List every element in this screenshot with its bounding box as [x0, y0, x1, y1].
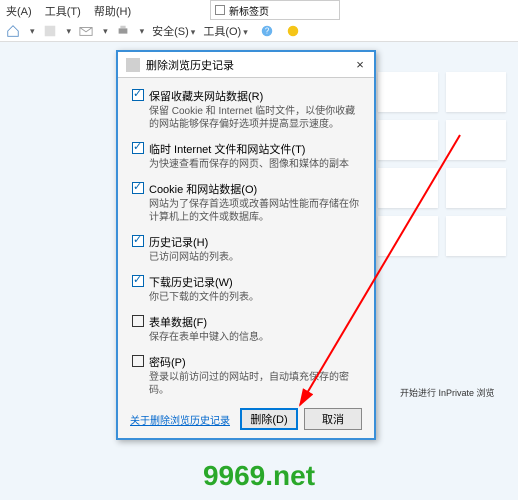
inprivate-link[interactable]: 开始进行 InPrivate 浏览	[400, 386, 495, 399]
option-label-1: 临时 Internet 文件和网站文件(T)	[149, 141, 305, 157]
feed-dropdown[interactable]	[65, 25, 72, 37]
dialog-title: 删除浏览历史记录	[146, 57, 350, 73]
home-icon[interactable]	[6, 24, 20, 38]
option-desc-5: 保存在表单中键入的信息。	[149, 331, 360, 344]
tools-menu[interactable]: 工具(O)	[203, 23, 247, 39]
option-desc-2: 网站为了保存首选项或改善网站性能而存储在你计算机上的文件或数据库。	[149, 198, 360, 224]
dialog-content: 保留收藏夹网站数据(R)保留 Cookie 和 Internet 临时文件，以使…	[118, 78, 374, 400]
thumb-tile[interactable]	[378, 216, 438, 256]
feed-icon[interactable]	[43, 24, 57, 38]
help-icon[interactable]: ?	[260, 24, 274, 38]
dialog-icon	[126, 58, 140, 72]
home-dropdown[interactable]	[28, 25, 35, 37]
option-label-2: Cookie 和网站数据(O)	[149, 181, 257, 197]
safety-menu[interactable]: 安全(S)	[152, 23, 195, 39]
checkbox-2[interactable]	[132, 182, 144, 194]
print-icon[interactable]	[116, 24, 130, 38]
option-3: 历史记录(H)已访问网站的列表。	[132, 234, 360, 264]
dialog-footer: 关于删除浏览历史记录 删除(D) 取消	[130, 408, 362, 430]
menu-favorites[interactable]: 夹(A)	[6, 6, 32, 18]
thumb-tile[interactable]	[378, 72, 438, 112]
checkbox-6[interactable]	[132, 355, 144, 367]
about-link[interactable]: 关于删除浏览历史记录	[130, 412, 234, 427]
checkbox-1[interactable]	[132, 142, 144, 154]
thumb-tile[interactable]	[446, 168, 506, 208]
checkbox-3[interactable]	[132, 235, 144, 247]
option-5: 表单数据(F)保存在表单中键入的信息。	[132, 314, 360, 344]
tab-label: 新标签页	[229, 3, 269, 18]
option-desc-3: 已访问网站的列表。	[149, 251, 360, 264]
option-desc-6: 登录以前访问过的网站时，自动填充保存的密码。	[149, 371, 360, 397]
option-desc-0: 保留 Cookie 和 Internet 临时文件，以使你收藏的网站能够保存偏好…	[149, 105, 360, 131]
close-icon[interactable]: ×	[350, 57, 370, 72]
thumb-tile[interactable]	[446, 72, 506, 112]
browser-tab[interactable]: 新标签页	[210, 0, 340, 20]
option-label-4: 下载历史记录(W)	[149, 274, 233, 290]
mail-icon[interactable]	[79, 24, 93, 38]
option-label-6: 密码(P)	[149, 354, 186, 370]
thumb-tile[interactable]	[446, 120, 506, 160]
option-1: 临时 Internet 文件和网站文件(T)为快速查看而保存的网页、图像和媒体的…	[132, 141, 360, 171]
checkbox-5[interactable]	[132, 315, 144, 327]
print-dropdown[interactable]	[138, 25, 145, 37]
dialog-titlebar[interactable]: 删除浏览历史记录 ×	[118, 52, 374, 78]
thumb-tile[interactable]	[446, 216, 506, 256]
speed-dial-thumbs	[378, 72, 506, 264]
mail-dropdown[interactable]	[101, 25, 108, 37]
menu-tools[interactable]: 工具(T)	[45, 6, 81, 18]
option-0: 保留收藏夹网站数据(R)保留 Cookie 和 Internet 临时文件，以使…	[132, 88, 360, 131]
option-label-5: 表单数据(F)	[149, 314, 207, 330]
thumb-tile[interactable]	[378, 168, 438, 208]
svg-text:?: ?	[265, 27, 270, 36]
option-label-0: 保留收藏夹网站数据(R)	[149, 88, 263, 104]
delete-button[interactable]: 删除(D)	[240, 408, 298, 430]
option-4: 下载历史记录(W)你已下载的文件的列表。	[132, 274, 360, 304]
option-label-3: 历史记录(H)	[149, 234, 208, 250]
checkbox-0[interactable]	[132, 89, 144, 101]
cancel-button[interactable]: 取消	[304, 408, 362, 430]
option-6: 密码(P)登录以前访问过的网站时，自动填充保存的密码。	[132, 354, 360, 397]
menu-help[interactable]: 帮助(H)	[94, 6, 131, 18]
watermark: 9969.net	[0, 460, 518, 492]
tab-icon	[215, 5, 225, 15]
thumb-tile[interactable]	[378, 120, 438, 160]
option-desc-4: 你已下载的文件的列表。	[149, 291, 360, 304]
option-desc-1: 为快速查看而保存的网页、图像和媒体的副本	[149, 158, 360, 171]
option-2: Cookie 和网站数据(O)网站为了保存首选项或改善网站性能而存储在你计算机上…	[132, 181, 360, 224]
delete-history-dialog: 删除浏览历史记录 × 保留收藏夹网站数据(R)保留 Cookie 和 Inter…	[116, 50, 376, 440]
smiley-icon[interactable]	[286, 24, 300, 38]
checkbox-4[interactable]	[132, 275, 144, 287]
